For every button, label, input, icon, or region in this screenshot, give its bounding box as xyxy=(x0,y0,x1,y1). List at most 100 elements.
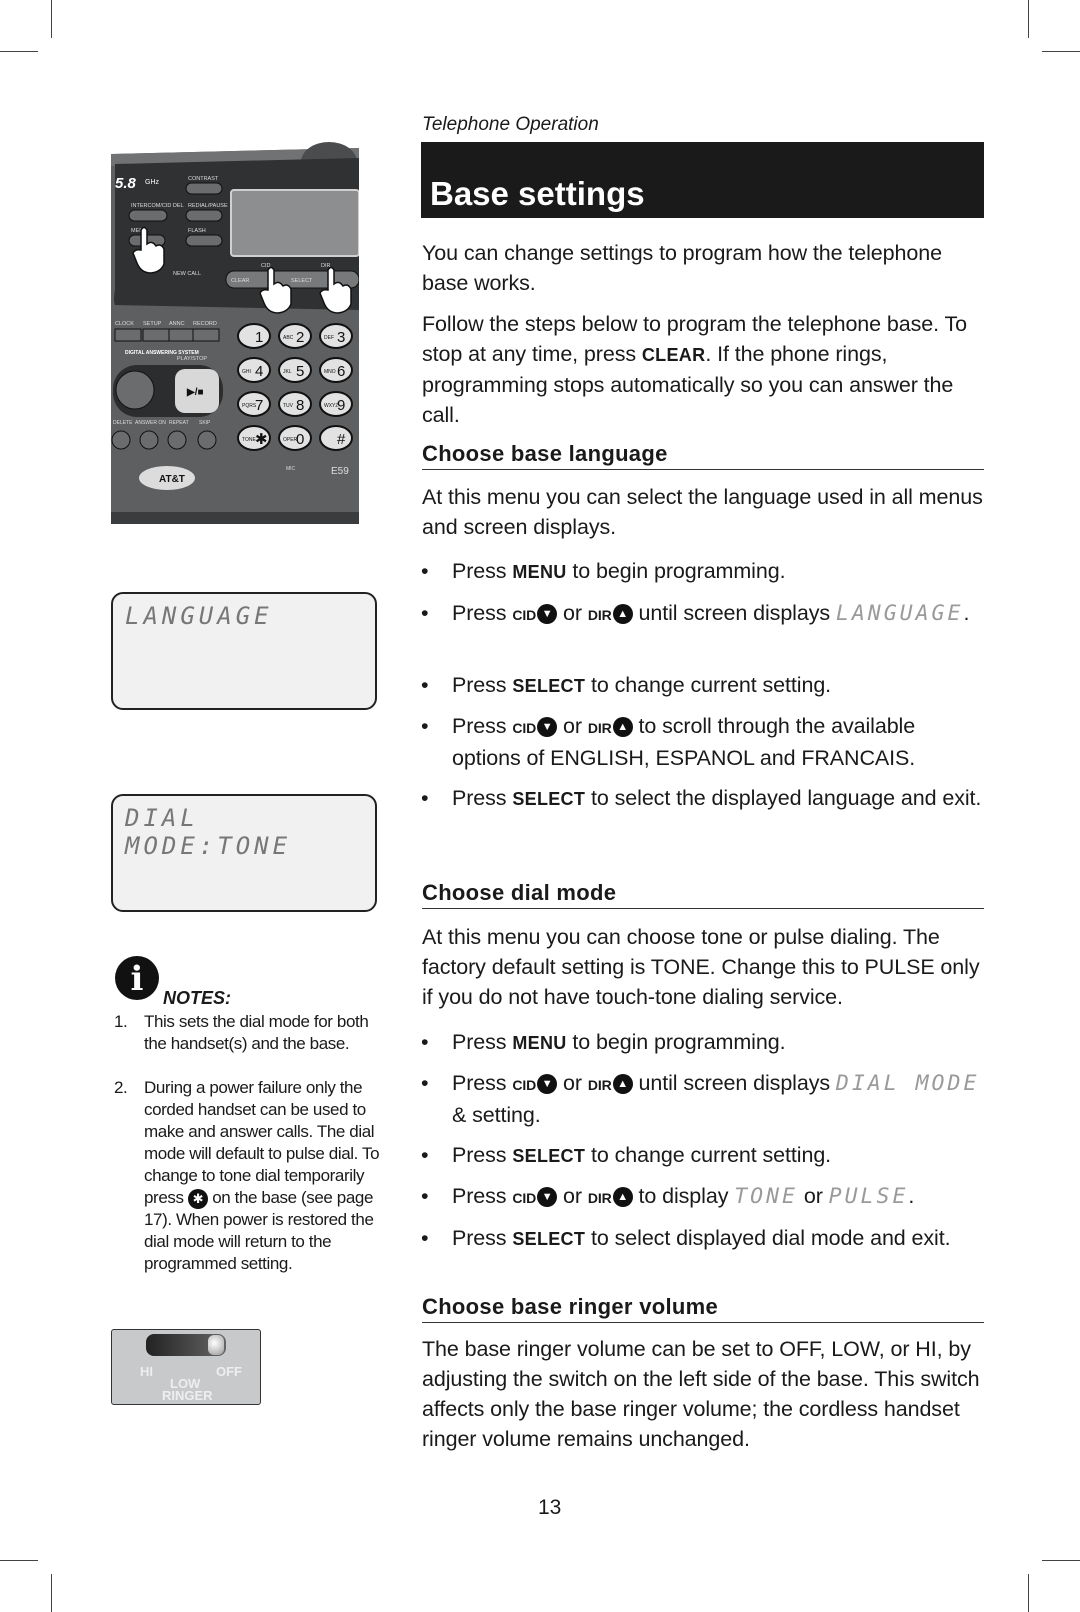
keypad-key-letters: ABC xyxy=(283,335,294,341)
text: until screen displays xyxy=(632,601,836,625)
keypad-key-letters: TUV xyxy=(283,403,294,409)
text: to select the displayed language and exi… xyxy=(585,786,982,810)
keypad-key-digit: 2 xyxy=(296,329,304,346)
text: or xyxy=(557,1184,588,1208)
crop-mark xyxy=(51,0,52,38)
phone-button-label: RECORD xyxy=(193,321,217,327)
phone-button xyxy=(185,182,223,195)
arrow-down-icon: ▼ xyxy=(537,717,558,737)
phone-button-label: REDIAL/PAUSE xyxy=(188,203,228,209)
text: Press xyxy=(452,1143,513,1167)
text: Press xyxy=(452,673,513,697)
keypad-key-digit: 0 xyxy=(296,431,304,448)
phone-button-label: REPEAT xyxy=(169,420,189,426)
ringer-switch-knob xyxy=(208,1335,224,1355)
arrow-down-icon: ▼ xyxy=(537,1187,558,1207)
bullet-icon: • xyxy=(421,1226,429,1250)
info-icon: i xyxy=(115,956,159,1000)
text: to display xyxy=(632,1184,735,1208)
button-keyword: DIR xyxy=(587,1190,612,1206)
text: to change current setting. xyxy=(585,673,832,697)
text: Press xyxy=(452,1226,513,1250)
bullet-icon: • xyxy=(421,714,429,738)
phone-button-label: CLEAR xyxy=(231,278,249,284)
note-number: 1. xyxy=(114,1012,128,1031)
phone-button-label: PLAY/STOP xyxy=(177,356,207,362)
notes-title: NOTES: xyxy=(163,988,232,1008)
text: You can change settings to program how t… xyxy=(422,241,942,295)
lcd-screen-dial-mode: DIAL MODE:TONE xyxy=(111,794,377,912)
phone-button-label: FLASH xyxy=(188,228,206,234)
phone-button-label: DELETE xyxy=(113,420,133,426)
bullet-icon: • xyxy=(421,1030,429,1054)
att-logo-text: AT&T xyxy=(159,474,185,485)
text: to select displayed dial mode and exit. xyxy=(585,1226,951,1250)
delete-button xyxy=(115,370,155,410)
text: At this menu you can choose tone or puls… xyxy=(422,925,980,1009)
button-keyword: SELECT xyxy=(512,676,586,696)
button-keyword: SELECT xyxy=(512,1146,586,1166)
bullet-step: • Press CID ▼ or DIR ▲ to scroll through th… xyxy=(421,711,988,773)
text: Press xyxy=(452,1071,513,1095)
phone-button-label: SKIP xyxy=(199,420,211,426)
note-item: 1. This sets the dial mode for both the … xyxy=(114,1011,384,1055)
ringer-off-label: OFF xyxy=(216,1364,242,1379)
bullet-icon: • xyxy=(421,786,429,810)
button-keyword: CID xyxy=(512,1190,537,1206)
phone-button-label: CONTRAST xyxy=(188,176,219,182)
text: . xyxy=(908,1184,915,1208)
text: until screen displays xyxy=(632,1071,836,1095)
phone-button xyxy=(185,234,223,247)
phone-button-label: SELECT xyxy=(291,278,313,284)
keypad-key-digit: 6 xyxy=(337,363,345,380)
keypad-key xyxy=(319,425,353,451)
phone-button xyxy=(168,328,196,342)
phone-button xyxy=(114,328,142,342)
text: or xyxy=(557,601,588,625)
lcd-display-text: TONE xyxy=(734,1184,798,1209)
arrow-up-icon: ▲ xyxy=(612,1074,633,1094)
note-item: 2. During a power failure only the corde… xyxy=(114,1077,384,1275)
button-keyword: CID xyxy=(512,607,537,623)
section-paragraph: At this menu you can choose tone or puls… xyxy=(422,922,988,1012)
crop-mark xyxy=(0,1560,38,1561)
bullet-step: • Press CID ▼ or DIR ▲ until screen display… xyxy=(421,598,988,630)
keypad-key-digit: 3 xyxy=(337,329,345,346)
crop-mark xyxy=(1042,51,1080,52)
text: Press xyxy=(452,601,513,625)
tone-star-key-icon: ✱ xyxy=(187,1189,208,1209)
crop-mark xyxy=(1028,0,1029,38)
phone-button xyxy=(185,209,223,222)
lcd-text: DIAL MODE:TONE xyxy=(125,804,292,860)
section-label: Telephone Operation xyxy=(422,114,599,135)
phone-button-label: CLOCK xyxy=(115,321,134,327)
keypad-key xyxy=(237,323,271,349)
crop-mark xyxy=(0,51,38,52)
text: Press xyxy=(452,559,513,583)
text: to change current setting. xyxy=(585,1143,832,1167)
band-label: GHz xyxy=(145,179,160,186)
text: or xyxy=(557,1071,588,1095)
keypad-key-digit: 4 xyxy=(255,363,263,380)
text: to begin programming. xyxy=(566,1030,786,1054)
bullet-icon: • xyxy=(421,559,429,583)
note-text: This sets the dial mode for both the han… xyxy=(144,1012,369,1053)
phone-button xyxy=(142,328,170,342)
keypad-key-digit: 8 xyxy=(296,397,304,414)
ringer-switch-illustration: HI LOW OFF RINGER xyxy=(111,1329,261,1405)
text: . xyxy=(963,601,970,625)
button-keyword: CID xyxy=(512,1077,537,1093)
phone-button-label: NEW CALL xyxy=(173,271,201,277)
text: & setting. xyxy=(452,1103,541,1127)
keypad-key-letters: MNO xyxy=(324,369,336,375)
page-title: Base settings xyxy=(430,175,645,212)
keypad-key-digit: 5 xyxy=(296,363,304,380)
lcd-display-text: PULSE xyxy=(828,1184,909,1209)
lcd-display-text: LANGUAGE xyxy=(835,601,964,626)
text: At this menu you can select the language… xyxy=(422,485,983,539)
text: or xyxy=(557,714,588,738)
text: Press xyxy=(452,1184,513,1208)
button-keyword: MENU xyxy=(512,1033,567,1053)
button-keyword: SELECT xyxy=(512,1229,586,1249)
crop-mark xyxy=(1028,1574,1029,1612)
